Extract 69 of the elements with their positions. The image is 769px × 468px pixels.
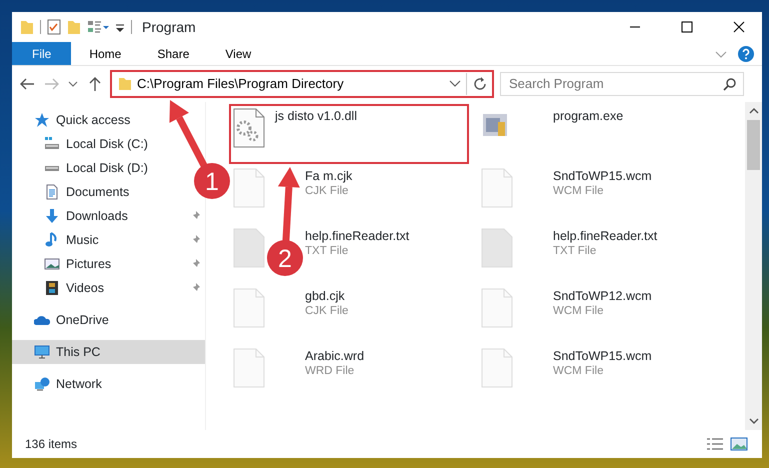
- file-type: TXT File: [305, 244, 350, 259]
- chevron-down-icon[interactable]: [449, 79, 461, 89]
- ribbon-tab[interactable]: View: [207, 42, 270, 65]
- file-name: js disto v1.0.dll: [275, 108, 357, 124]
- search-box[interactable]: Search Program: [500, 72, 744, 96]
- sidebar-item[interactable]: Downloads: [12, 204, 205, 228]
- film-icon: [44, 280, 60, 296]
- document-icon: [44, 184, 60, 200]
- file-name[interactable]: Arabic.wrd: [305, 348, 364, 364]
- gear-file-icon[interactable]: [233, 108, 265, 148]
- file-name[interactable]: SndToWP15.wcm: [553, 168, 652, 184]
- ribbon-tab[interactable]: Share: [139, 42, 208, 65]
- file-type: WCM File: [553, 364, 604, 379]
- sidebar-item[interactable]: Documents: [12, 180, 134, 204]
- sidebar-item[interactable]: Quick access: [12, 108, 134, 132]
- address-bar[interactable]: C:\Program Files\Program Directory: [110, 70, 494, 98]
- step-badge: [194, 163, 230, 199]
- properties-icon[interactable]: [87, 19, 109, 35]
- search-icon[interactable]: [723, 77, 737, 91]
- monitor-icon: [34, 344, 50, 360]
- item-count: 136 items: [25, 436, 78, 453]
- picture-icon: [44, 256, 60, 272]
- drive-icon: [44, 136, 60, 152]
- window-title: Program: [142, 18, 197, 37]
- download-icon: [44, 208, 60, 224]
- file-name[interactable]: help.fineReader.txt: [305, 228, 410, 244]
- close-icon: [733, 21, 745, 33]
- sidebar-item[interactable]: OneDrive: [12, 308, 113, 332]
- details-view-icon[interactable]: [706, 437, 724, 451]
- sidebar-item[interactable]: Local Disk (D:): [12, 156, 152, 180]
- file-name[interactable]: Fa m.cjk: [305, 168, 352, 184]
- scroll-up-icon[interactable]: [748, 106, 758, 116]
- ribbon-tab[interactable]: Home: [71, 42, 140, 65]
- checklist-icon[interactable]: [47, 19, 61, 35]
- callout-arrow: [169, 100, 208, 168]
- file-name[interactable]: help.fineReader.txt: [553, 228, 658, 244]
- step-number: 1: [205, 168, 219, 196]
- file-type: WRD File: [305, 364, 356, 379]
- step-badge: [267, 240, 303, 276]
- star-icon: [34, 112, 50, 128]
- recent-locations-button[interactable]: [68, 80, 80, 88]
- scrollbar[interactable]: [745, 102, 762, 430]
- scroll-thumb[interactable]: [747, 120, 760, 170]
- sidebar-item[interactable]: Videos: [12, 276, 205, 300]
- sidebar-item[interactable]: Local Disk (C:): [12, 132, 152, 156]
- file-type: CJK File: [305, 304, 348, 319]
- file-name[interactable]: SndToWP15.wcm: [553, 348, 652, 364]
- file-type: WCM File: [553, 304, 604, 319]
- ribbon-tab[interactable]: File: [12, 42, 72, 65]
- sidebar-item[interactable]: This PC: [12, 340, 205, 364]
- network-icon: [34, 376, 50, 392]
- file-name[interactable]: gbd.cjk: [305, 288, 348, 304]
- scroll-down-icon[interactable]: [748, 416, 758, 426]
- step-number: 2: [278, 245, 292, 273]
- file-type: CJK File: [305, 184, 350, 199]
- file-type: TXT File: [553, 244, 598, 259]
- file-name[interactable]: program.exe: [553, 108, 624, 124]
- maximize-icon: [681, 21, 693, 33]
- help-icon[interactable]: [738, 46, 754, 62]
- file-type: WCM File: [553, 184, 604, 199]
- refresh-icon[interactable]: [472, 76, 488, 92]
- sidebar-item[interactable]: Music: [12, 228, 205, 252]
- large-icons-view-icon[interactable]: [730, 437, 748, 451]
- file-item[interactable]: js disto v1.0.dll: [231, 106, 467, 162]
- sidebar-item[interactable]: Network: [12, 372, 106, 396]
- folder-icon: [118, 77, 132, 91]
- back-button[interactable]: [18, 77, 37, 91]
- file-name[interactable]: SndToWP12.wcm: [553, 288, 652, 304]
- sidebar-item[interactable]: Pictures: [12, 252, 205, 276]
